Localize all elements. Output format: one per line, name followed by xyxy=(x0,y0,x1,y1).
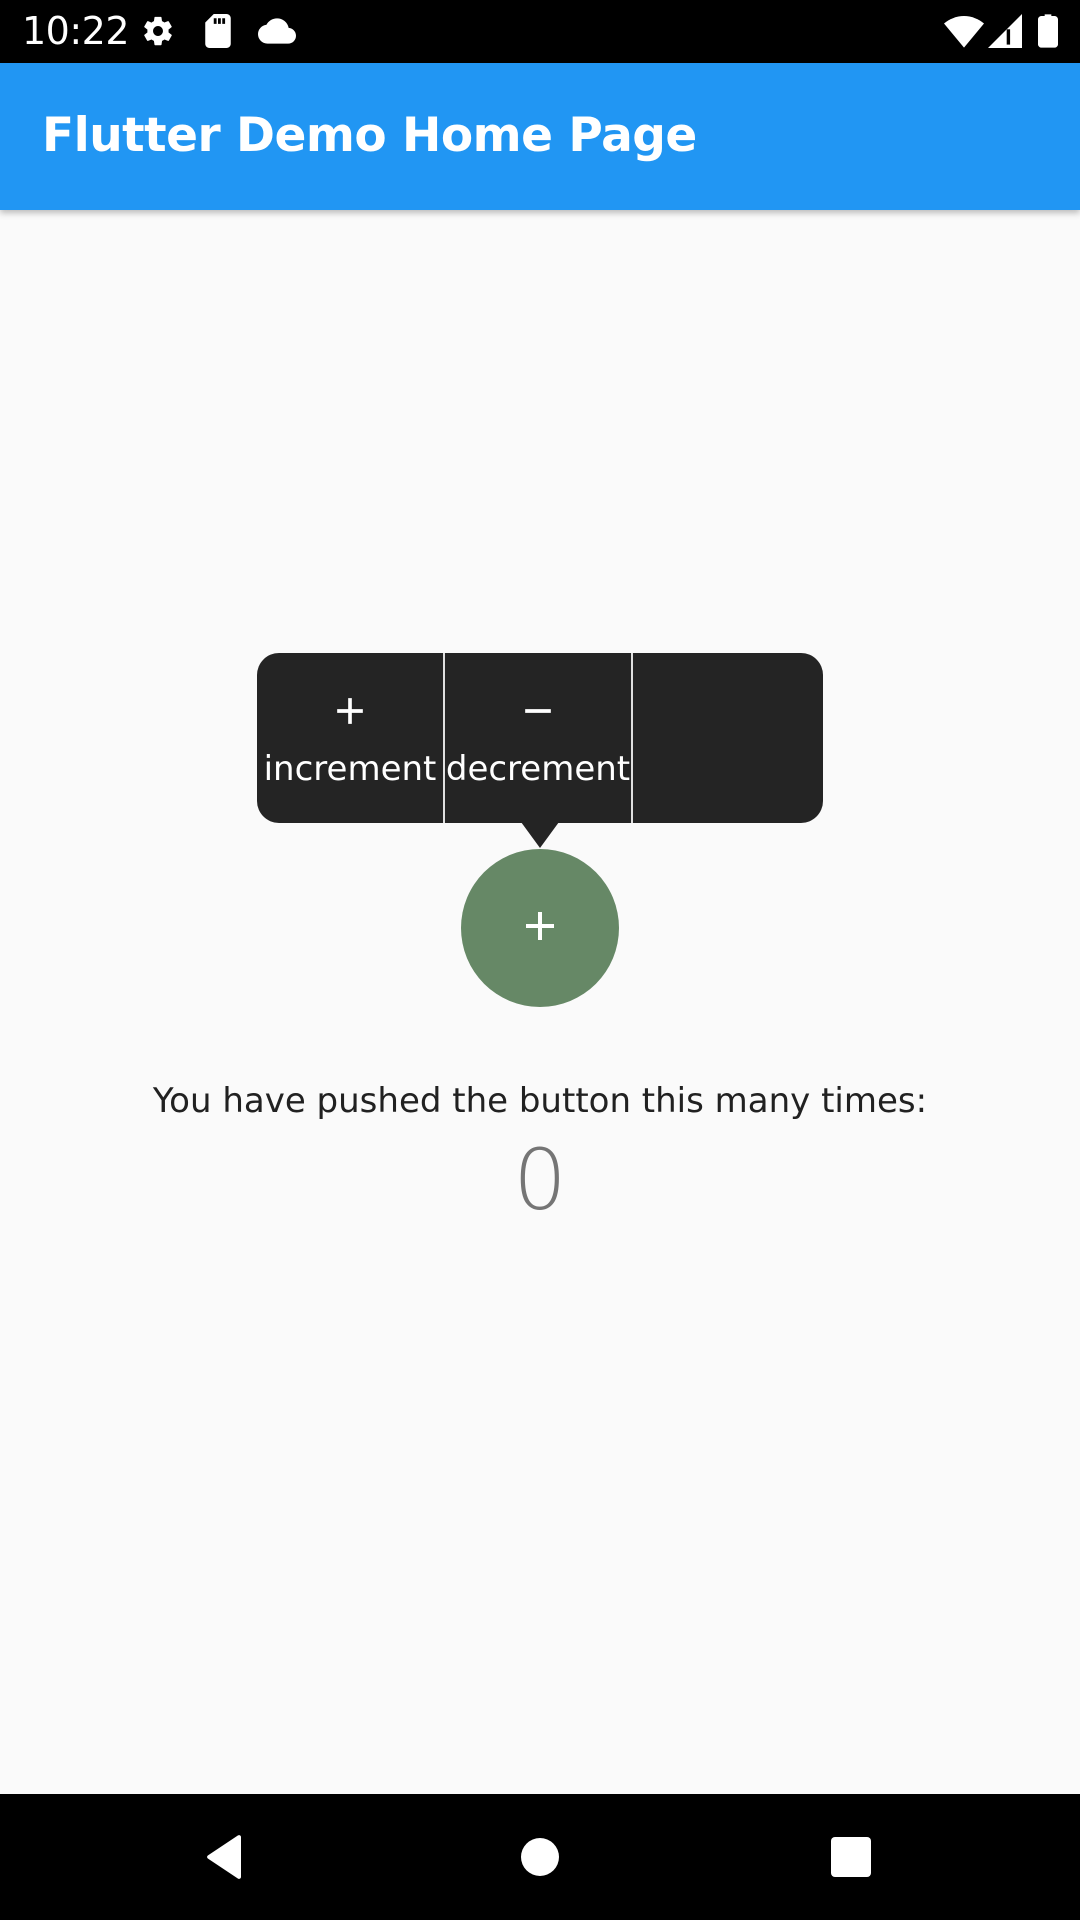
popup-item-decrement[interactable]: decrement xyxy=(445,653,631,823)
navigation-bar xyxy=(0,1794,1080,1920)
popup-item-increment[interactable]: increment xyxy=(257,653,443,823)
wifi-icon xyxy=(944,14,984,48)
recents-icon xyxy=(831,1837,871,1881)
cloud-icon xyxy=(258,14,296,48)
battery-icon xyxy=(1038,14,1058,48)
plus-icon xyxy=(516,902,564,954)
minus-icon xyxy=(516,689,560,733)
popup-item-label: increment xyxy=(263,749,437,789)
recents-button[interactable] xyxy=(811,1834,891,1884)
increment-fab[interactable] xyxy=(461,849,619,1007)
plus-icon xyxy=(328,689,372,733)
sd-card-icon xyxy=(203,14,233,48)
status-bar: 10:22 xyxy=(0,0,1080,63)
fab-popup-menu: increment decrement xyxy=(257,653,823,823)
popup-item-empty[interactable] xyxy=(633,653,823,823)
home-button[interactable] xyxy=(500,1834,580,1884)
home-icon xyxy=(520,1837,560,1881)
status-time: 10:22 xyxy=(22,9,130,53)
signal-icon xyxy=(988,14,1022,48)
counter-label: You have pushed the button this many tim… xyxy=(152,1081,928,1121)
counter-value: 0 xyxy=(513,1131,567,1229)
app-bar: Flutter Demo Home Page xyxy=(0,63,1080,210)
settings-icon xyxy=(141,14,175,48)
back-button[interactable] xyxy=(185,1834,265,1884)
popup-arrow xyxy=(521,822,559,848)
app-bar-title: Flutter Demo Home Page xyxy=(42,108,697,163)
popup-item-label: decrement xyxy=(445,749,631,789)
back-icon xyxy=(205,1835,245,1883)
